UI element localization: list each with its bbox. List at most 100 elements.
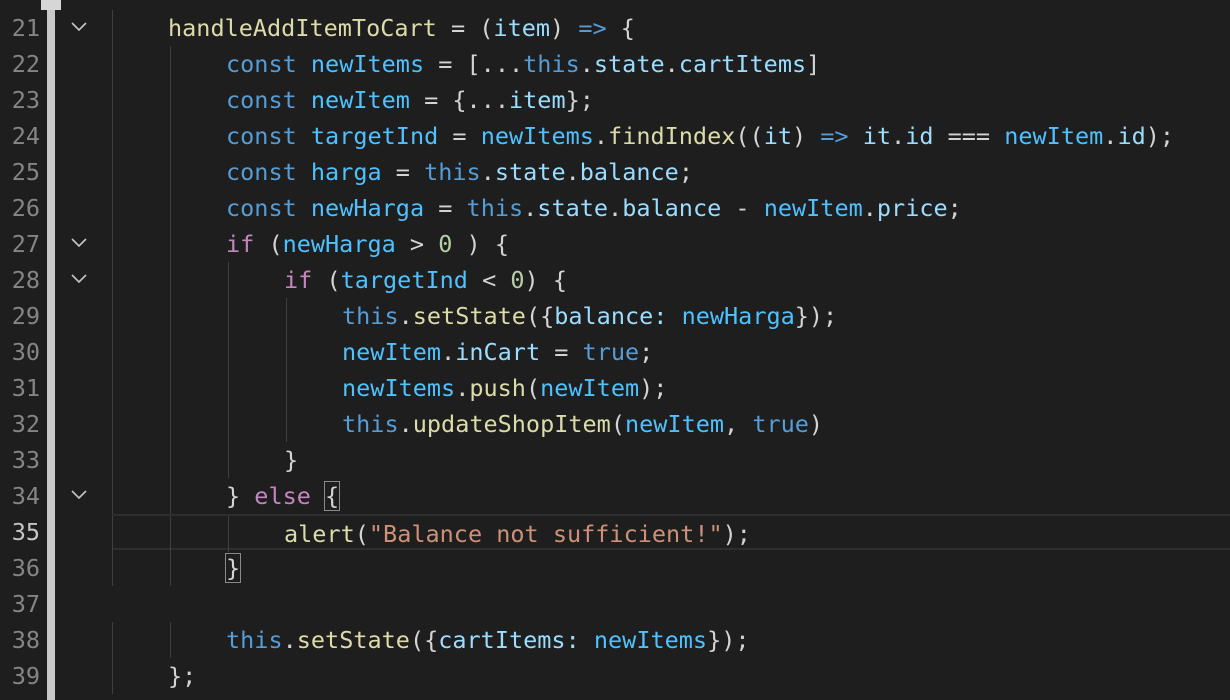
code-line[interactable]: 38 this.setState({cartItems: newItems}); [0,622,1230,658]
fold-chevron-down-icon[interactable] [68,478,90,514]
code-token: newItems [480,122,594,150]
code-line-content[interactable]: this.updateShopItem(newItem, true) [112,406,1230,442]
indent-guide [112,516,113,552]
indent-guide [112,154,113,190]
code-line-content[interactable] [112,586,1230,622]
line-number: 37 [11,590,40,618]
code-line[interactable]: 33} [0,442,1230,478]
code-token: = [540,338,583,366]
code-text: }; [168,658,196,694]
code-token: => [820,122,849,150]
code-line-content[interactable]: } else { [112,478,1230,514]
code-line[interactable]: 34} else { [0,478,1230,514]
line-number: 36 [11,554,40,582]
code-line[interactable]: 37 [0,586,1230,622]
indent-guide [170,406,171,442]
code-text: const newHarga = this.state.balance - ne… [226,190,962,226]
code-token: state [537,194,609,222]
code-line[interactable]: 36} [0,550,1230,586]
code-line-content[interactable]: }; [112,658,1230,694]
code-token: newHarga [282,230,396,258]
indent-guide [170,442,171,478]
code-token: . [398,410,413,438]
code-token: "Balance not sufficient!" [368,520,723,548]
code-line-content[interactable]: const newHarga = this.state.balance - ne… [112,190,1230,226]
code-line-content[interactable]: } [112,442,1230,478]
code-line-content[interactable]: handleAddItemToCart = (item) => { [112,10,1230,46]
code-line-content[interactable]: const newItems = [...this.state.cartItem… [112,46,1230,82]
code-token: ({ [525,302,555,330]
code-text: handleAddItemToCart = (item) => { [168,10,635,46]
indent-guide [112,190,113,226]
code-token: setState [296,626,410,654]
code-line-content[interactable]: this.setState({cartItems: newItems}); [112,622,1230,658]
code-token: if [226,230,255,258]
code-line[interactable]: 28 if (targetInd < 0) { [0,262,1230,298]
code-token: ) [791,122,821,150]
code-token: = {... [409,86,509,114]
indent-guide [170,370,171,406]
code-line[interactable]: 25 const harga = this.state.balance; [0,154,1230,190]
code-line[interactable]: 32 this.updateShopItem(newItem, true) [0,406,1230,442]
code-token: this [342,302,399,330]
code-line[interactable]: 30 newItem.inCart = true; [0,334,1230,370]
code-token: } [226,482,255,510]
indent-guide [170,118,171,154]
code-token: . [282,626,297,654]
code-token: . [593,122,609,150]
code-text: } else { [226,478,341,514]
code-token: === [933,122,1005,150]
code-token: . [1103,122,1118,150]
indent-guide [112,478,113,514]
code-line-content[interactable]: const targetInd = newItems.findIndex((it… [112,118,1230,154]
code-line[interactable]: 23 const newItem = {...item}; [0,82,1230,118]
code-token: = [... [424,50,524,78]
code-token: findIndex [608,122,736,150]
code-token: this [342,410,399,438]
code-token: this [226,626,283,654]
code-token: const [226,122,297,150]
code-line[interactable]: 22 const newItems = [...this.state.cartIt… [0,46,1230,82]
code-line[interactable]: 26 const newHarga = this.state.balance - … [0,190,1230,226]
code-line[interactable]: 24 const targetInd = newItems.findIndex((… [0,118,1230,154]
fold-chevron-down-icon[interactable] [68,10,90,46]
line-number: 38 [11,626,40,654]
indent-guide [170,622,171,658]
code-line-content[interactable]: const newItem = {...item}; [112,82,1230,118]
indent-guide [112,334,113,370]
code-line-content[interactable]: alert("Balance not sufficient!"); [112,514,1230,552]
code-line-content[interactable]: } [112,550,1230,586]
code-line[interactable]: 35 alert("Balance not sufficient!"); [0,514,1230,552]
indent-guide [170,550,171,586]
code-token: => [578,14,607,42]
code-token: }); [707,626,750,654]
code-token: item [493,14,551,42]
code-line-content[interactable]: if (targetInd < 0) { [112,262,1230,298]
fold-chevron-down-icon[interactable] [68,226,90,262]
indent-guide [112,658,113,694]
code-line[interactable]: 31 newItems.push(newItem); [0,370,1230,406]
fold-chevron-down-icon[interactable] [68,262,90,298]
code-token: ); [639,374,668,402]
code-line-content[interactable]: if (newHarga > 0 ) { [112,226,1230,262]
matched-bracket: } [224,553,242,583]
code-line-content[interactable]: newItem.inCart = true; [112,334,1230,370]
code-line-content[interactable]: const harga = this.state.balance; [112,154,1230,190]
code-line-content[interactable]: newItems.push(newItem); [112,370,1230,406]
code-line-content[interactable]: this.setState({balance: newHarga}); [112,298,1230,334]
line-number: 39 [11,662,40,690]
code-token: balance [554,302,654,330]
code-line[interactable]: 39}; [0,658,1230,694]
code-token: newItems [342,374,456,402]
code-token: ) [550,14,579,42]
code-line[interactable]: 29 this.setState({balance: newHarga}); [0,298,1230,334]
code-token: ) { [452,230,509,258]
code-line[interactable]: 21 handleAddItemToCart = (item) => { [0,10,1230,46]
indent-guide [112,370,113,406]
indent-guide [286,406,287,442]
code-editor[interactable]: 21 handleAddItemToCart = (item) => {22 con… [0,0,1230,700]
indent-guide [112,262,113,298]
code-line[interactable]: 27 if (newHarga > 0 ) { [0,226,1230,262]
indent-guide [170,226,171,262]
